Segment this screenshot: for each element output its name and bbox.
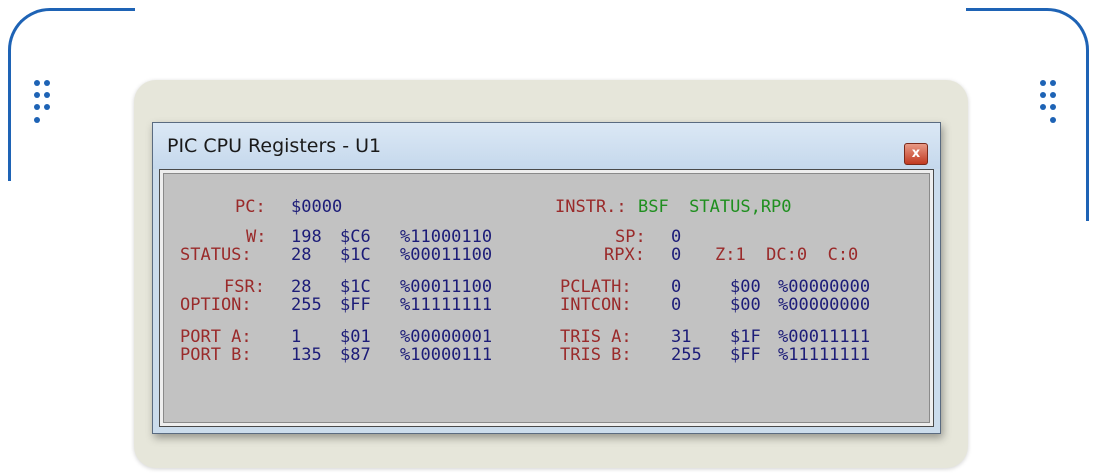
cpu-registers-window: PIC CPU Registers - U1 x PC: $0000 INSTR… — [152, 122, 941, 434]
rpx-label: RPX: — [604, 245, 645, 265]
portb-label: PORT B: — [180, 345, 252, 365]
trisa-bin: %00011111 — [778, 327, 871, 347]
intcon-label: INTCON: — [560, 295, 632, 315]
trisb-hex: $FF — [730, 345, 761, 365]
option-bin: %11111111 — [400, 295, 493, 315]
pc-label: PC: — [235, 197, 266, 217]
trisa-dec: 31 — [671, 327, 692, 347]
porta-bin: %00000001 — [400, 327, 493, 347]
status-label: STATUS: — [180, 245, 252, 265]
status-flags: Z:1 DC:0 C:0 — [715, 245, 859, 265]
status-dec: 28 — [291, 245, 312, 265]
sp-label: SP: — [615, 227, 646, 247]
w-dec: 198 — [291, 227, 322, 247]
fsr-label: FSR: — [224, 277, 265, 297]
pclath-bin: %00000000 — [778, 277, 871, 297]
portb-bin: %10000111 — [400, 345, 493, 365]
rpx-value: 0 — [671, 245, 682, 265]
w-bin: %11000110 — [400, 227, 493, 247]
decorative-dots-left — [34, 80, 66, 160]
close-icon: x — [911, 146, 921, 161]
portb-dec: 135 — [291, 345, 322, 365]
page-frame-top-right — [966, 8, 1089, 221]
portb-hex: $87 — [340, 345, 371, 365]
w-label: W: — [246, 227, 267, 247]
intcon-bin: %00000000 — [778, 295, 871, 315]
title-bar[interactable]: PIC CPU Registers - U1 x — [153, 123, 940, 169]
porta-hex: $01 — [340, 327, 371, 347]
instr-value: BSF STATUS,RP0 — [638, 197, 792, 217]
fsr-bin: %00011100 — [400, 277, 493, 297]
register-panel: PC: $0000 INSTR.: BSF STATUS,RP0 W: 198 … — [163, 173, 930, 423]
option-dec: 255 — [291, 295, 322, 315]
option-hex: $FF — [340, 295, 371, 315]
fsr-dec: 28 — [291, 277, 312, 297]
page-frame-top-left — [8, 8, 135, 181]
trisb-label: TRIS B: — [560, 345, 632, 365]
instr-label: INSTR.: — [555, 197, 627, 217]
intcon-hex: $00 — [730, 295, 761, 315]
trisb-bin: %11111111 — [778, 345, 871, 365]
porta-label: PORT A: — [180, 327, 252, 347]
sp-value: 0 — [671, 227, 682, 247]
close-button[interactable]: x — [904, 143, 928, 165]
client-area: PC: $0000 INSTR.: BSF STATUS,RP0 W: 198 … — [159, 169, 934, 427]
pc-value: $0000 — [291, 197, 343, 217]
w-hex: $C6 — [340, 227, 371, 247]
status-bin: %00011100 — [400, 245, 493, 265]
status-hex: $1C — [340, 245, 371, 265]
option-label: OPTION: — [180, 295, 252, 315]
trisa-label: TRIS A: — [560, 327, 632, 347]
decorative-dots-right — [1030, 80, 1062, 160]
window-title: PIC CPU Registers - U1 — [167, 135, 382, 157]
fsr-hex: $1C — [340, 277, 371, 297]
pclath-dec: 0 — [671, 277, 682, 297]
pclath-label: PCLATH: — [560, 277, 632, 297]
intcon-dec: 0 — [671, 295, 682, 315]
porta-dec: 1 — [291, 327, 302, 347]
pclath-hex: $00 — [730, 277, 761, 297]
trisb-dec: 255 — [671, 345, 702, 365]
trisa-hex: $1F — [730, 327, 761, 347]
